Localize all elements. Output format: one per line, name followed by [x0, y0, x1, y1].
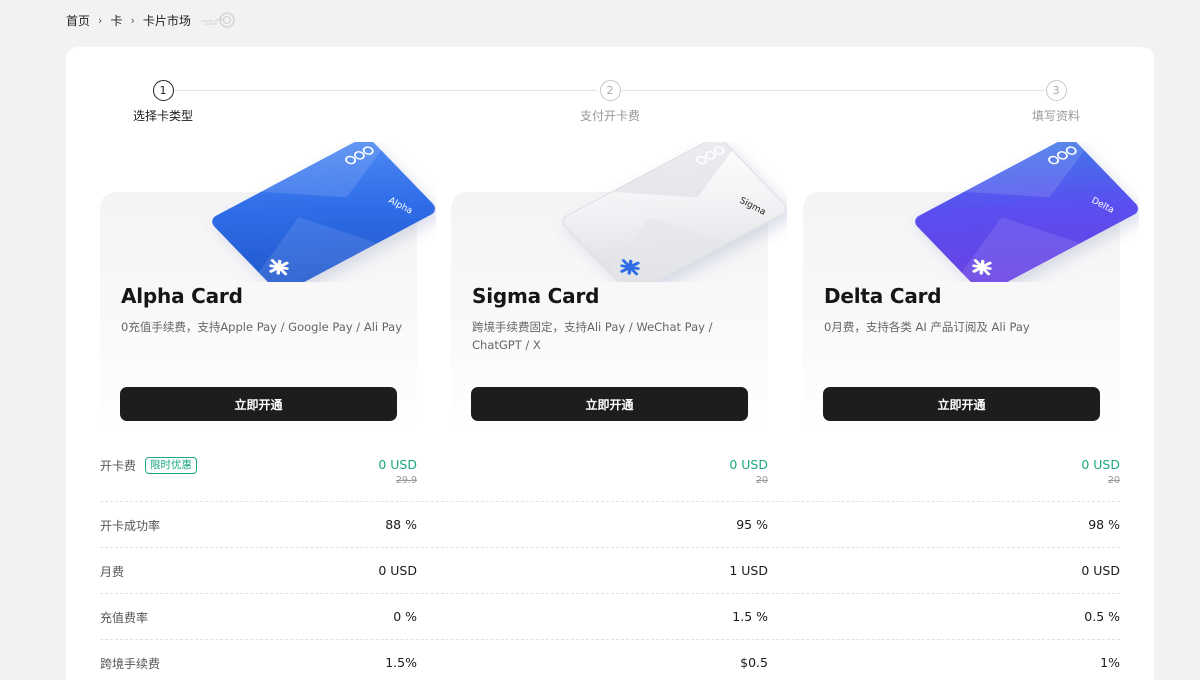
card-option-sigma: Sigma Sigma Card 跨境手续费固定，支持Ali Pay / WeC…: [451, 142, 787, 435]
alpha-card-image: Alpha: [212, 142, 436, 282]
step-label: 支付开卡费: [580, 109, 641, 123]
card-description: 0充值手续费，支持Apple Pay / Google Pay / Ali Pa…: [121, 320, 403, 334]
row-label: 跨境手续费: [100, 657, 161, 671]
sigma-success-rate: 95 %: [736, 517, 768, 532]
open-sigma-card-button[interactable]: 立即开通: [471, 387, 748, 421]
fee-value: 0 USD: [729, 457, 768, 472]
sigma-topup-rate: 1.5 %: [732, 609, 768, 624]
card-description: 0月费，支持各类 AI 产品订阅及 Ali Pay: [824, 320, 1030, 334]
chevron-right-icon: ›: [98, 13, 103, 27]
alpha-monthly-fee: 0 USD: [378, 563, 417, 578]
delta-success-rate: 98 %: [1088, 517, 1120, 532]
breadcrumb: 首页 › 卡 › 卡片市场: [66, 11, 241, 29]
delta-monthly-fee: 0 USD: [1081, 563, 1120, 578]
card-option-alpha: Alpha Alpha Card 0充值手续费，支持Apple Pay / Go…: [100, 142, 436, 435]
chevron-right-icon: ›: [130, 13, 135, 27]
table-row-monthly-fee: 月费 0 USD 1 USD 0 USD: [100, 548, 1120, 594]
alpha-success-rate: 88 %: [385, 517, 417, 532]
step-label: 填写资料: [1031, 109, 1080, 123]
original-fee: 20: [1107, 475, 1120, 486]
table-row-crossborder-fee: 跨境手续费 1.5% $0.5 1%: [100, 640, 1120, 680]
card-name: Alpha Card: [121, 284, 243, 308]
alpha-opening-fee: 0 USD 29.9: [297, 457, 417, 486]
open-delta-card-button[interactable]: 立即开通: [823, 387, 1100, 421]
table-row-opening-fee: 开卡费 限时优惠 0 USD 29.9 0 USD 20 0 USD 20: [100, 444, 1120, 502]
promo-badge: 限时优惠: [145, 457, 198, 474]
step-3: 3 填写资料: [1026, 80, 1086, 124]
sigma-crossborder-fee: $0.5: [740, 655, 768, 670]
row-label-wrap: 开卡费 限时优惠: [100, 457, 198, 474]
card-art-label: Alpha: [387, 196, 414, 217]
delta-card-image: Delta: [915, 142, 1139, 282]
table-row-topup-rate: 充值费率 0 % 1.5 % 0.5 %: [100, 594, 1120, 640]
step-number: 2: [599, 80, 621, 101]
sigma-card-image: Sigma: [562, 142, 787, 282]
step-1: 1 选择卡类型: [133, 80, 193, 124]
delta-crossborder-fee: 1%: [1100, 655, 1120, 670]
sigma-opening-fee: 0 USD 20: [648, 457, 768, 486]
step-connector: [622, 90, 1045, 91]
step-label: 选择卡类型: [133, 109, 194, 123]
card-art-label: Delta: [1090, 196, 1116, 216]
alpha-topup-rate: 0 %: [393, 609, 417, 624]
delta-topup-rate: 0.5 %: [1084, 609, 1120, 624]
row-label: 充值费率: [100, 611, 149, 625]
original-fee: 20: [755, 475, 768, 486]
card-description: 跨境手续费固定，支持Ali Pay / WeChat Pay / ChatGPT…: [472, 320, 713, 352]
fee-value: 0 USD: [1081, 457, 1120, 472]
step-2: 2 支付开卡费: [580, 80, 640, 124]
open-alpha-card-button[interactable]: 立即开通: [120, 387, 397, 421]
cloud-decoration-icon: [200, 12, 235, 28]
breadcrumb-market: 卡片市场: [142, 13, 191, 28]
step-number: 1: [152, 80, 174, 101]
card-market-panel: 1 选择卡类型 2 支付开卡费 3 填写资料 Alpha Alpha Card …: [66, 47, 1154, 680]
fee-value: 0 USD: [378, 457, 417, 472]
delta-opening-fee: 0 USD 20: [1000, 457, 1120, 486]
row-label: 月费: [100, 565, 125, 579]
card-name: Delta Card: [824, 284, 942, 308]
row-label: 开卡成功率: [100, 519, 161, 533]
breadcrumb-card[interactable]: 卡: [110, 12, 122, 29]
breadcrumb-home[interactable]: 首页: [66, 12, 90, 29]
step-connector: [173, 90, 597, 91]
alpha-crossborder-fee: 1.5%: [385, 655, 417, 670]
card-art-label: Sigma: [738, 196, 768, 218]
step-number: 3: [1045, 80, 1067, 101]
card-name: Sigma Card: [472, 284, 600, 308]
original-fee: 29.9: [395, 475, 417, 486]
sigma-monthly-fee: 1 USD: [729, 563, 768, 578]
row-label: 开卡费: [100, 459, 137, 473]
card-option-delta: Delta Delta Card 0月费，支持各类 AI 产品订阅及 Ali P…: [803, 142, 1139, 435]
table-row-success-rate: 开卡成功率 88 % 95 % 98 %: [100, 502, 1120, 548]
